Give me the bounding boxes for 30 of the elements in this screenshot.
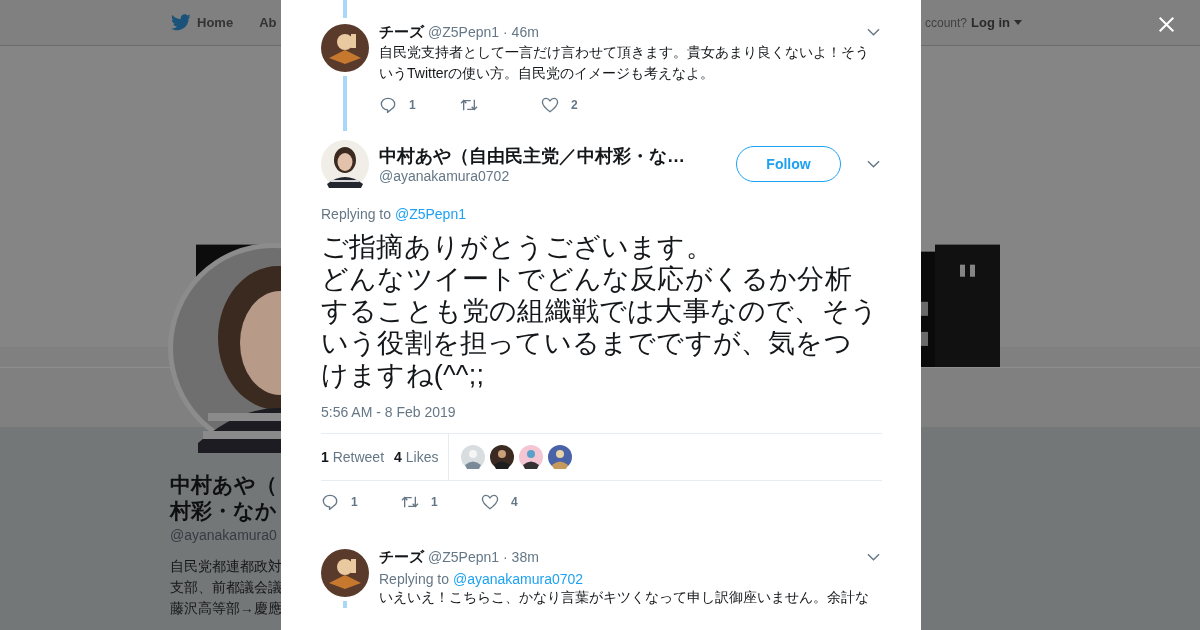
profile-bio: 自民党都連都政対 支部、前都議会議 藤沢高等部→慶應: [170, 558, 281, 618]
stat-link[interactable]: 1 Retweet: [321, 449, 385, 465]
login-prompt: ccount?: [924, 15, 967, 30]
tweet-time[interactable]: · 38m: [503, 549, 539, 565]
heart-icon[interactable]: [481, 494, 499, 510]
user-name[interactable]: チーズ: [379, 22, 424, 42]
chevron-icon[interactable]: [867, 553, 880, 561]
user-handle[interactable]: @Z5Pepn1: [428, 549, 500, 565]
user-name[interactable]: チーズ: [379, 547, 424, 567]
user-handle[interactable]: @Z5Pepn1: [428, 24, 500, 40]
action-count: 4: [511, 495, 518, 509]
tweet-time[interactable]: · 46m: [503, 24, 539, 40]
chevron-icon[interactable]: [867, 28, 880, 36]
replying-label: Replying to: [379, 571, 450, 587]
tweet-text-line: けますね(^^;;: [321, 359, 486, 391]
tweet-timestamp[interactable]: 5:56 AM - 8 Feb 2019: [321, 404, 882, 420]
action-count: 1: [431, 495, 438, 509]
stat-link[interactable]: 4 Likes: [394, 449, 439, 465]
login-link[interactable]: Log in: [971, 15, 1010, 30]
retweet-icon[interactable]: [401, 494, 419, 510]
nav-link[interactable]: Home: [197, 15, 234, 30]
tweet-text-line: いえいえ！こちらこ、かなり言葉がキツくなって申し訳御座いません。余計な: [379, 588, 870, 607]
profile-name: 中村あや（ 村彩・なか: [170, 472, 278, 524]
profile-handle: @ayanakamura0: [170, 527, 278, 543]
close-icon[interactable]: [1158, 16, 1175, 33]
action-count: 1: [351, 495, 358, 509]
mention-link[interactable]: @ayanakamura0702: [452, 571, 584, 587]
nav-link[interactable]: Ab: [259, 15, 277, 30]
reply-icon[interactable]: [321, 494, 339, 510]
caret-icon[interactable]: [1014, 20, 1022, 25]
